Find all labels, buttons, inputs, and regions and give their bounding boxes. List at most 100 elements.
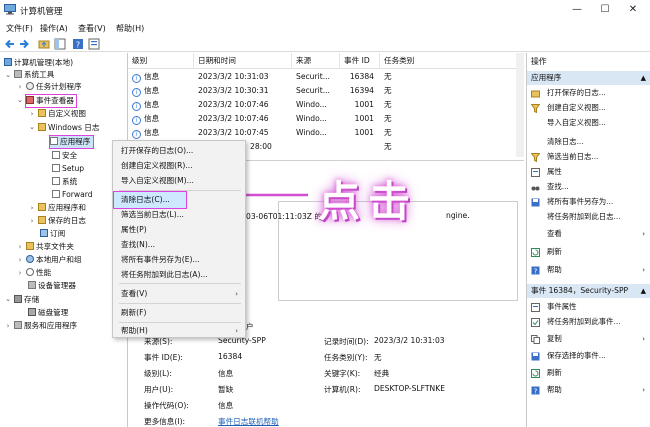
- close-button[interactable]: ✕: [626, 3, 640, 17]
- action-save-all-events[interactable]: 将所有事件另存为...: [527, 195, 650, 209]
- action-help[interactable]: ? 帮助 ›: [527, 263, 650, 277]
- menu-item-properties[interactable]: 属性(P): [114, 222, 244, 238]
- column-header-level[interactable]: 级别: [128, 53, 194, 69]
- menu-item-create-custom-view[interactable]: 创建自定义视图(R)...: [114, 158, 244, 174]
- action-filter-current-log[interactable]: 筛选当前日志...: [527, 150, 650, 164]
- action-help-event[interactable]: ? 帮助 ›: [527, 383, 650, 397]
- collapsed-chevron-icon[interactable]: ›: [16, 254, 24, 266]
- collapsed-chevron-icon[interactable]: ›: [28, 108, 36, 120]
- expand-chevron-icon[interactable]: ⌄: [16, 94, 24, 106]
- tree-system-tools[interactable]: 系统工具: [14, 69, 54, 81]
- action-attach-task[interactable]: 将任务附加到此日志...: [527, 210, 650, 224]
- tree-application-log[interactable]: 应用程序: [48, 135, 95, 149]
- tree-device-manager[interactable]: 设备管理器: [28, 280, 76, 292]
- tree-local-users[interactable]: 本地用户和组: [26, 254, 82, 266]
- tree-task-scheduler[interactable]: 任务计划程序: [26, 81, 82, 93]
- column-header-datetime[interactable]: 日期和时间: [194, 53, 292, 69]
- action-save-selected-events[interactable]: 保存选择的事件...: [527, 349, 650, 363]
- tree-windows-logs[interactable]: Windows 日志: [38, 122, 100, 134]
- tree-system-log[interactable]: 系统: [52, 176, 77, 188]
- tree-saved-logs[interactable]: 保存的日志: [38, 215, 86, 227]
- show-hide-tree-icon[interactable]: [54, 38, 66, 50]
- menu-action[interactable]: 操作(A): [40, 23, 68, 34]
- menu-view[interactable]: 查看(V): [78, 23, 106, 34]
- action-event-properties[interactable]: 事件属性: [527, 300, 650, 314]
- action-properties[interactable]: 属性: [527, 165, 650, 179]
- tree-storage[interactable]: 存储: [14, 294, 39, 306]
- action-copy[interactable]: 复制 ›: [527, 332, 650, 346]
- menu-item-attach-task[interactable]: 将任务附加到此日志(A)...: [114, 267, 244, 283]
- back-arrow-icon[interactable]: [4, 38, 16, 50]
- menu-item-find[interactable]: 查找(N)...: [114, 237, 244, 253]
- column-header-event-id[interactable]: 事件 ID: [340, 53, 380, 69]
- tree-setup-log[interactable]: Setup: [52, 163, 84, 175]
- menu-item-view[interactable]: 查看(V) ›: [114, 286, 244, 302]
- actions-section-event[interactable]: 事件 16384，Security-SPP ▲: [527, 284, 650, 298]
- expand-chevron-icon[interactable]: ⌄: [28, 121, 36, 133]
- maximize-button[interactable]: ☐: [598, 3, 612, 17]
- tree-custom-views[interactable]: 自定义视图: [38, 108, 86, 120]
- menu-item-refresh[interactable]: 刷新(F): [114, 305, 244, 321]
- menu-item-clear-log[interactable]: 清除日志(C)...: [113, 191, 187, 209]
- action-refresh-event[interactable]: 刷新: [527, 366, 650, 380]
- help-icon[interactable]: ?: [72, 38, 84, 50]
- tree-services[interactable]: 服务和应用程序: [14, 320, 77, 332]
- user-label: 用户(U):: [144, 385, 174, 394]
- action-open-saved-log[interactable]: 打开保存的日志...: [527, 86, 650, 100]
- folder-up-icon[interactable]: [38, 38, 50, 50]
- table-row[interactable]: i 信息 2023/3/2 10:07:46 Windo... 1001 无: [128, 112, 518, 126]
- collapsed-chevron-icon[interactable]: ›: [16, 241, 24, 253]
- forward-arrow-icon[interactable]: [18, 38, 30, 50]
- tree-performance[interactable]: 性能: [26, 267, 51, 279]
- collapsed-chevron-icon[interactable]: ›: [28, 202, 36, 214]
- actions-section-application[interactable]: 应用程序 ▲: [527, 71, 650, 85]
- column-header-task-category[interactable]: 任务类别: [380, 53, 518, 69]
- menu-help[interactable]: 帮助(H): [116, 23, 144, 34]
- tree-shared-folders[interactable]: 共享文件夹: [26, 241, 74, 253]
- tree-event-viewer[interactable]: 事件查看器: [25, 94, 77, 108]
- properties-icon[interactable]: [88, 38, 100, 50]
- properties-icon: [531, 168, 540, 177]
- action-create-custom-view[interactable]: 创建自定义视图...: [527, 101, 650, 115]
- action-view[interactable]: 查看 ›: [527, 227, 650, 241]
- tree-root[interactable]: 计算机管理(本地): [4, 57, 73, 69]
- action-clear-log[interactable]: 清除日志...: [527, 135, 650, 149]
- event-description-date: 03-06T01:11:03Z 的: [246, 212, 323, 221]
- help-icon: ?: [531, 386, 540, 395]
- menu-file[interactable]: 文件(F): [6, 23, 33, 34]
- action-import-custom-view[interactable]: 导入自定义视图...: [527, 116, 650, 130]
- menu-item-filter-current-log[interactable]: 筛选当前日志(L)...: [114, 207, 244, 223]
- submenu-arrow-icon: ›: [235, 327, 238, 335]
- collapsed-chevron-icon[interactable]: ›: [16, 267, 24, 279]
- tree-subscriptions[interactable]: 订阅: [40, 228, 65, 240]
- menu-item-help[interactable]: 帮助(H) ›: [114, 323, 244, 339]
- action-attach-task-event[interactable]: 将任务附加到此事件...: [527, 315, 650, 329]
- event-list-scrollbar[interactable]: [516, 53, 524, 157]
- table-row[interactable]: i 信息 2023/3/2 10:07:45 Windo... 1001 无: [128, 126, 518, 140]
- tree-security-log[interactable]: 安全: [52, 150, 77, 162]
- opcode-value: 信息: [218, 401, 234, 410]
- expand-chevron-icon[interactable]: ⌄: [4, 293, 12, 305]
- column-header-source[interactable]: 来源: [292, 53, 340, 69]
- log-icon: [52, 177, 60, 185]
- minimize-button[interactable]: —: [570, 3, 584, 17]
- action-find[interactable]: 查找...: [527, 180, 650, 194]
- tree-disk-management[interactable]: 磁盘管理: [28, 307, 68, 319]
- tree-app-service-logs[interactable]: 应用程序和: [38, 202, 86, 214]
- collapsed-chevron-icon[interactable]: ›: [4, 320, 12, 332]
- tree-forwarded-log[interactable]: Forward: [52, 189, 93, 201]
- table-row[interactable]: i 信息 2023/3/2 10:30:31 Securit... 16394 无: [128, 84, 518, 98]
- more-info-label: 更多信息(I):: [144, 417, 186, 426]
- collapsed-chevron-icon[interactable]: ›: [28, 215, 36, 227]
- event-log-online-help-link[interactable]: 事件日志联机帮助: [218, 416, 279, 427]
- computer-label: 计算机(R):: [324, 385, 361, 394]
- table-row[interactable]: i 信息 2023/3/2 10:07:46 Windo... 1001 无: [128, 98, 518, 112]
- menu-item-open-saved-log[interactable]: 打开保存的日志(O)...: [114, 143, 244, 159]
- menu-item-import-custom-view[interactable]: 导入自定义视图(M)...: [114, 173, 244, 189]
- menu-item-save-all-events[interactable]: 将所有事件另存为(E)...: [114, 252, 244, 268]
- action-refresh[interactable]: 刷新: [527, 245, 650, 259]
- table-row[interactable]: i 信息 2023/3/2 10:31:03 Securit... 16384 无: [128, 70, 518, 84]
- window-title: 计算机管理: [20, 7, 63, 17]
- expand-chevron-icon[interactable]: ⌄: [4, 69, 12, 81]
- collapsed-chevron-icon[interactable]: ›: [16, 81, 24, 93]
